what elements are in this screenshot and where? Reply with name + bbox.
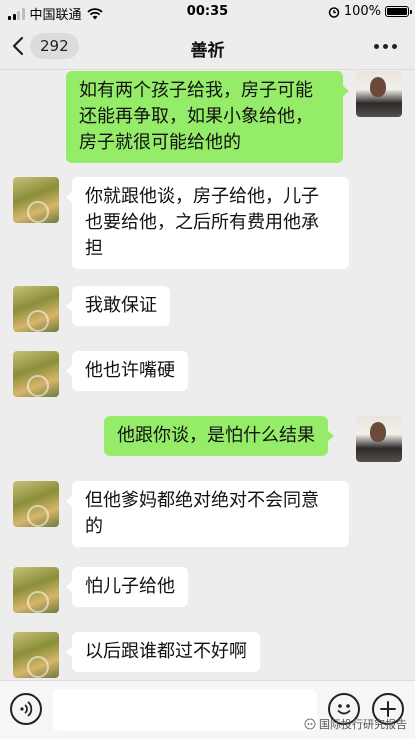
status-right: 100% — [328, 4, 412, 19]
voice-icon — [20, 701, 33, 717]
chat-title: 善祈 — [190, 41, 225, 61]
message-bubble-contact[interactable]: 你就跟他谈，房子给他，儿子也要给他，之后所有费用他承担 — [66, 177, 349, 269]
input-bar: 国际投行研究报告 — [0, 680, 415, 739]
battery-percent: 100% — [343, 4, 381, 19]
avatar-contact[interactable] — [13, 567, 59, 613]
message-bubble-contact[interactable]: 他也许嘴硬 — [66, 351, 188, 391]
chat-area[interactable]: 如有两个孩子给我，房子可能还能再争取，如果小象给他，房子就很可能给他的 你就跟他… — [0, 71, 415, 680]
more-options-icon[interactable] — [374, 44, 397, 49]
alarm-icon — [328, 6, 340, 18]
avatar-self[interactable] — [356, 71, 402, 117]
avatar-contact[interactable] — [13, 286, 59, 332]
avatar-self[interactable] — [356, 416, 402, 462]
watermark: 国际投行研究报告 — [304, 716, 407, 732]
message-bubble-contact[interactable]: 但他爹妈都绝对绝对不会同意的 — [66, 481, 349, 547]
avatar-contact[interactable] — [13, 632, 59, 678]
wechat-official-icon — [304, 718, 316, 730]
message-bubble-contact[interactable]: 我敢保证 — [66, 286, 170, 326]
message-bubble-contact[interactable]: 以后跟谁都过不好啊 — [66, 632, 260, 672]
message-bubble-self[interactable]: 他跟你谈，是怕什么结果 — [104, 416, 334, 456]
message-bubble-self[interactable]: 如有两个孩子给我，房子可能还能再争取，如果小象给他，房子就很可能给他的 — [66, 71, 349, 163]
watermark-text: 国际投行研究报告 — [319, 718, 407, 731]
nav-bar: 292 善祈 — [0, 24, 415, 70]
battery-icon — [385, 6, 412, 17]
message-bubble-contact[interactable]: 怕儿子给他 — [66, 567, 188, 607]
avatar-contact[interactable] — [13, 351, 59, 397]
voice-input-button[interactable] — [10, 693, 42, 725]
message-input[interactable] — [53, 689, 317, 731]
status-bar: 中国联通 00:35 100% — [0, 0, 415, 24]
avatar-contact[interactable] — [13, 481, 59, 527]
avatar-contact[interactable] — [13, 177, 59, 223]
